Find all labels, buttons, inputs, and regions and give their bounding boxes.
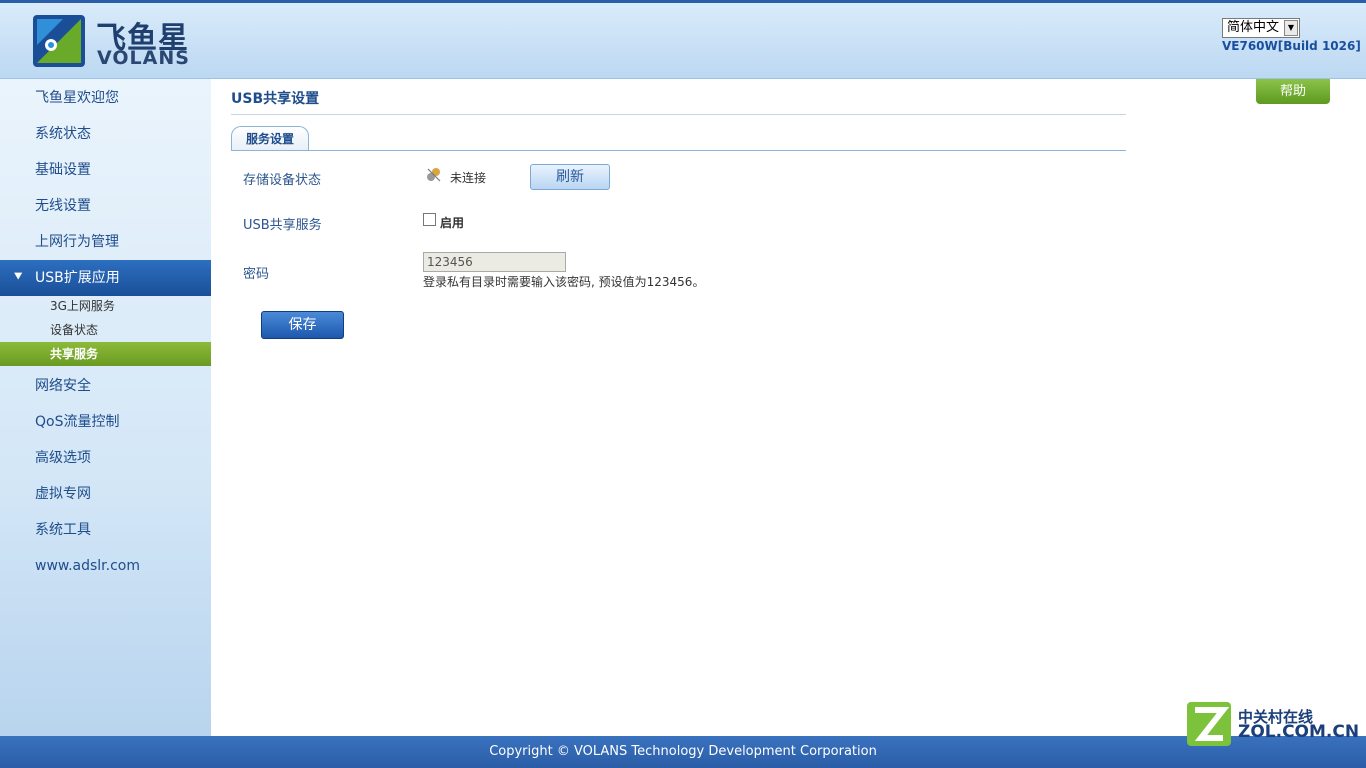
password-label: 密码 — [243, 267, 270, 282]
sidebar-item-wireless[interactable]: 无线设置 — [0, 188, 211, 224]
top-header: 飞鱼星 VOLANS 简体中文 ▼ VE760W[Build 1026] — [0, 0, 1366, 79]
volans-logo-icon — [33, 15, 85, 67]
enable-label: 启用 — [440, 216, 465, 230]
help-button[interactable]: 帮助 — [1256, 79, 1330, 104]
sidebar-item-behavior-mgmt[interactable]: 上网行为管理 — [0, 224, 211, 260]
dropdown-arrow-icon[interactable]: ▼ — [1284, 20, 1298, 36]
volans-logo: 飞鱼星 VOLANS — [33, 15, 193, 71]
footer-copyright: Copyright © VOLANS Technology Developmen… — [0, 736, 1366, 768]
double-chevron-down-icon: ⯆ — [13, 270, 24, 285]
language-select-value: 简体中文 — [1227, 20, 1280, 35]
sidebar-item-network-security[interactable]: 网络安全 — [0, 368, 211, 404]
disconnected-plug-icon — [427, 168, 441, 182]
language-select[interactable]: 简体中文 ▼ — [1222, 18, 1300, 38]
title-divider — [231, 114, 1126, 115]
usb-share-enable-checkbox[interactable] — [423, 213, 436, 226]
sidebar-item-usb-apps[interactable]: ⯆ USB扩展应用 — [0, 260, 211, 296]
zol-logo-icon — [1187, 702, 1231, 746]
sidebar-item-basic-settings[interactable]: 基础设置 — [0, 152, 211, 188]
tab-service-settings[interactable]: 服务设置 — [231, 126, 309, 151]
sidebar-item-system-status[interactable]: 系统状态 — [0, 116, 211, 152]
storage-status-value: 未连接 — [450, 171, 487, 185]
sidebar-item-qos[interactable]: QoS流量控制 — [0, 404, 211, 440]
sidebar-item-usb-apps-label: USB扩展应用 — [35, 270, 120, 286]
firmware-version: VE760W[Build 1026] — [1222, 39, 1361, 53]
storage-status-label: 存储设备状态 — [243, 173, 322, 188]
tab-divider — [231, 150, 1126, 151]
sidebar-nav: 飞鱼星欢迎您 系统状态 基础设置 无线设置 上网行为管理 ⯆ USB扩展应用 3… — [0, 79, 211, 736]
usb-share-service-label: USB共享服务 — [243, 218, 322, 233]
password-hint: 登录私有目录时需要输入该密码, 预设值为123456。 — [423, 275, 705, 289]
sidebar-item-advanced[interactable]: 高级选项 — [0, 440, 211, 476]
refresh-button[interactable]: 刷新 — [530, 164, 610, 190]
sidebar-item-welcome[interactable]: 飞鱼星欢迎您 — [0, 80, 211, 116]
sidebar-item-vpn[interactable]: 虚拟专网 — [0, 476, 211, 512]
sidebar-subitem-3g[interactable]: 3G上网服务 — [0, 294, 211, 318]
save-button[interactable]: 保存 — [261, 311, 344, 339]
zol-watermark: 中关村在线 ZOL.COM.CN — [1185, 700, 1359, 750]
password-field[interactable]: 123456 — [423, 252, 566, 272]
zol-watermark-en: ZOL.COM.CN — [1238, 722, 1360, 742]
page-title: USB共享设置 — [231, 91, 320, 107]
sidebar-subitem-share-service[interactable]: 共享服务 — [0, 342, 211, 366]
brand-name-en: VOLANS — [97, 47, 190, 69]
sidebar-subitem-device-status[interactable]: 设备状态 — [0, 318, 211, 342]
sidebar-item-website-link[interactable]: www.adslr.com — [0, 548, 211, 584]
sidebar-item-system-tools[interactable]: 系统工具 — [0, 512, 211, 548]
